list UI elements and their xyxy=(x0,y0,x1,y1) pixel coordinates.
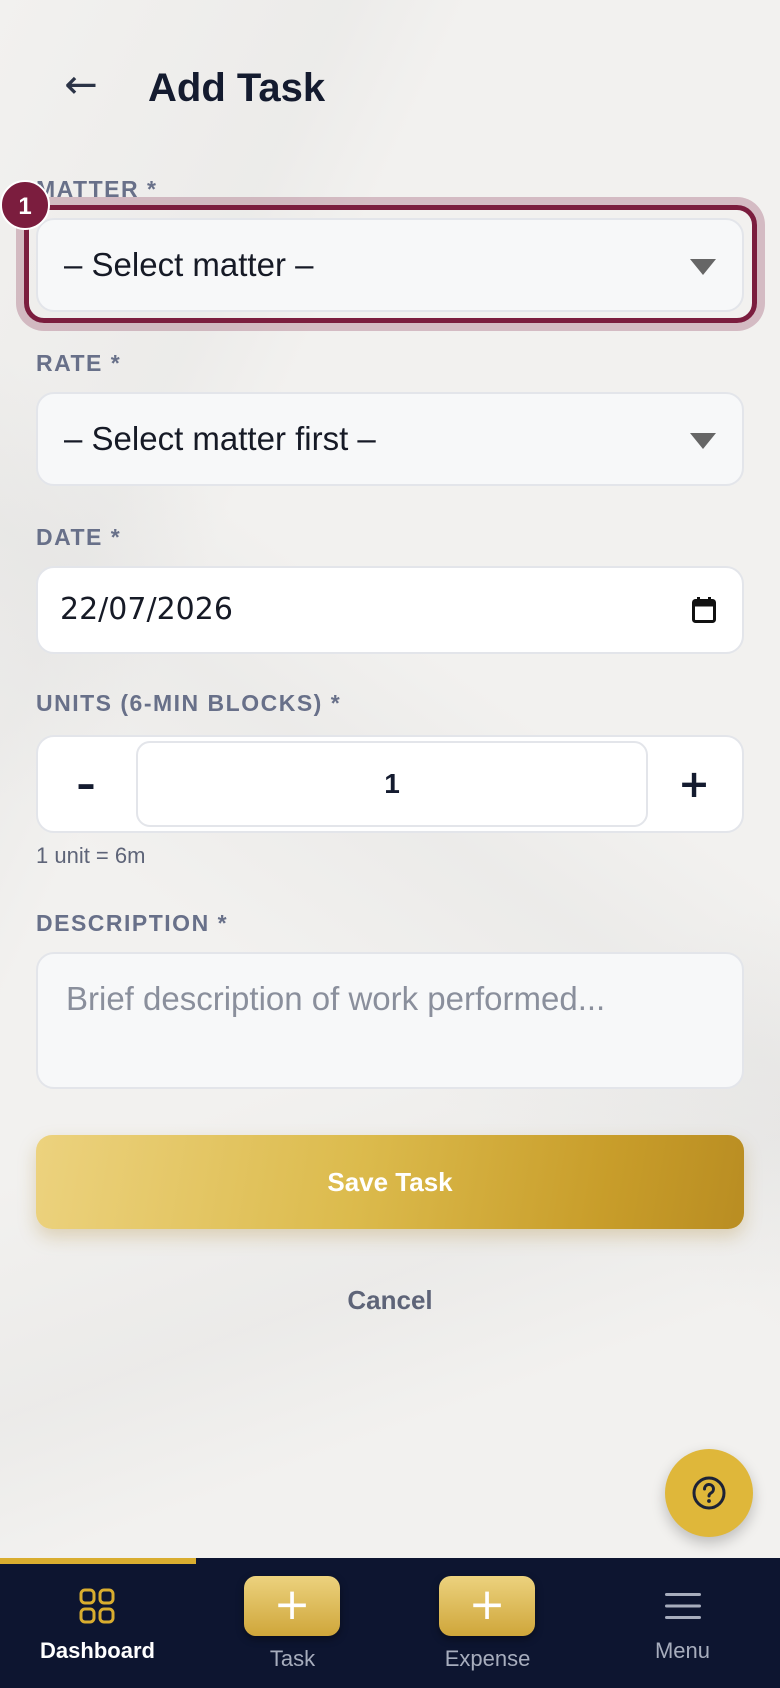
description-placeholder: Brief description of work performed... xyxy=(66,980,606,1017)
nav-item-menu[interactable]: Menu xyxy=(585,1558,780,1688)
hamburger-icon xyxy=(665,1593,701,1619)
rate-select-value: – Select matter first – xyxy=(64,420,376,457)
date-value: 22/07/2026 xyxy=(60,592,233,627)
nav-item-dashboard[interactable]: Dashboard xyxy=(0,1558,195,1688)
units-label: UNITS (6-MIN BLOCKS) * xyxy=(36,690,342,716)
caret-down-icon xyxy=(690,433,716,449)
units-stepper: – 1 + xyxy=(36,735,744,833)
decrement-button[interactable]: – xyxy=(38,737,134,831)
page-title: Add Task xyxy=(148,66,326,110)
description-textarea[interactable]: Brief description of work performed... xyxy=(36,952,744,1089)
units-hint: 1 unit = 6m xyxy=(36,843,146,868)
matter-label: MATTER * xyxy=(36,176,158,202)
units-input[interactable]: 1 xyxy=(136,741,648,827)
nav-item-task[interactable]: + Task xyxy=(195,1558,390,1688)
help-button[interactable] xyxy=(665,1449,753,1537)
nav-item-expense[interactable]: + Expense xyxy=(390,1558,585,1688)
dashboard-grid-icon xyxy=(79,1588,115,1624)
matter-select[interactable]: – Select matter – xyxy=(36,218,744,312)
nav-label-dashboard: Dashboard xyxy=(40,1638,155,1663)
cancel-button[interactable]: Cancel xyxy=(290,1278,490,1322)
description-label: DESCRIPTION * xyxy=(36,910,229,936)
calendar-icon[interactable] xyxy=(692,597,716,623)
back-arrow-icon[interactable]: ← xyxy=(56,60,106,110)
save-task-button[interactable]: Save Task xyxy=(36,1135,744,1229)
header: ← Add Task xyxy=(0,0,780,180)
increment-button[interactable]: + xyxy=(646,737,742,831)
nav-label-menu: Menu xyxy=(654,1638,711,1663)
caret-down-icon xyxy=(690,259,716,275)
date-input[interactable]: 22/07/2026 xyxy=(36,566,744,654)
date-label: DATE * xyxy=(36,524,122,550)
question-circle-icon xyxy=(692,1476,726,1510)
add-expense-plus-icon: + xyxy=(439,1576,535,1636)
step-badge: 1 xyxy=(0,180,50,230)
matter-select-value: – Select matter – xyxy=(64,246,314,283)
bottom-nav: Dashboard + Task + Expense Menu xyxy=(0,1558,780,1688)
nav-label-task: Task xyxy=(269,1646,316,1671)
nav-label-expense: Expense xyxy=(444,1646,531,1671)
rate-select[interactable]: – Select matter first – xyxy=(36,392,744,486)
add-task-plus-icon: + xyxy=(244,1576,340,1636)
rate-label: RATE * xyxy=(36,350,122,376)
